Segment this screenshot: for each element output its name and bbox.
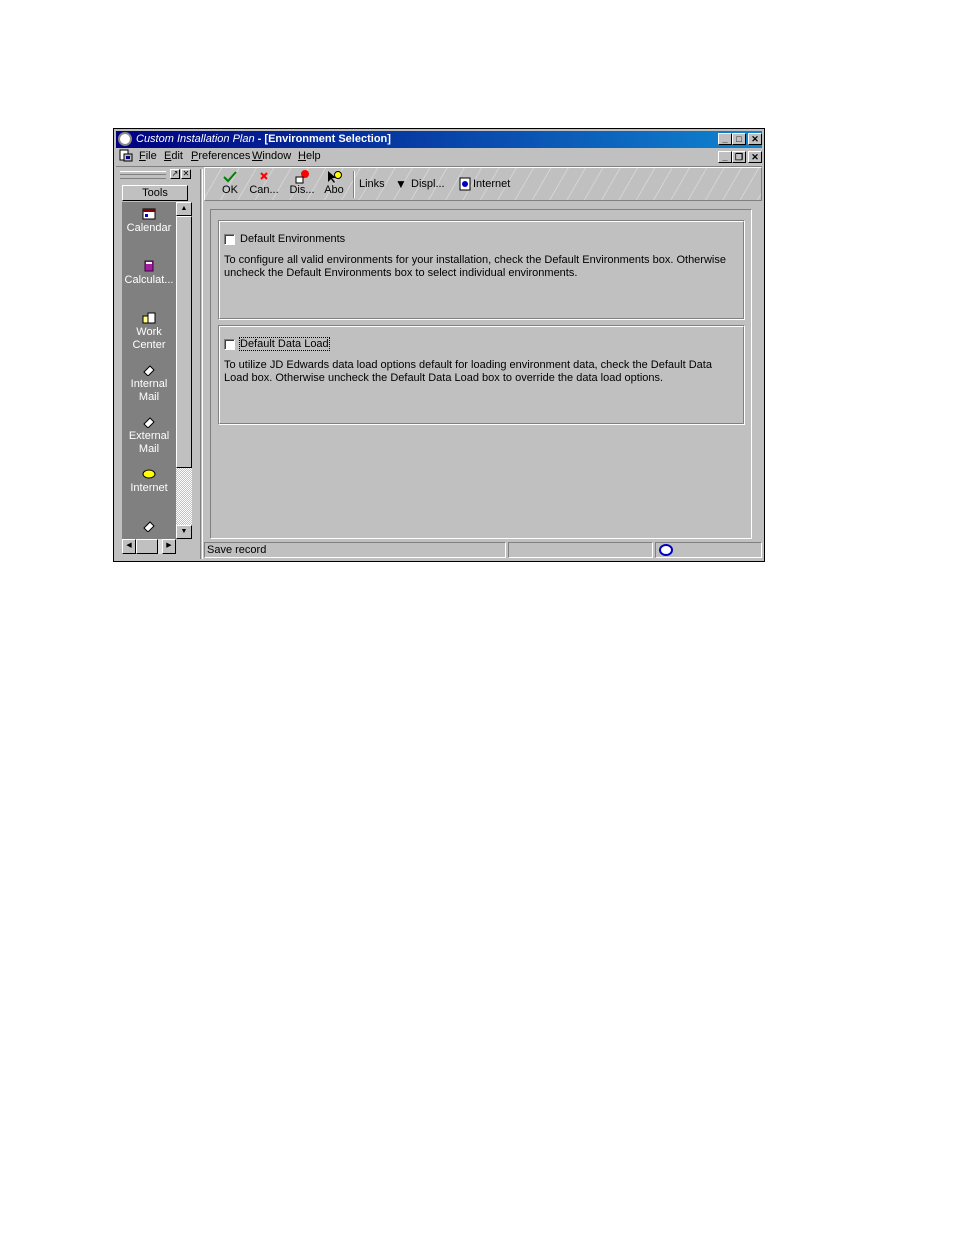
status-globe-panel xyxy=(655,542,762,558)
calendar-icon xyxy=(142,208,156,220)
description-line: To configure all valid environments for … xyxy=(224,254,726,266)
window-title: Custom Installation Plan - [Environment … xyxy=(136,133,391,145)
scroll-thumb[interactable] xyxy=(176,216,192,468)
display-menu-button[interactable]: Displ... xyxy=(411,178,445,190)
cancel-label: Can... xyxy=(249,184,279,196)
tools-pane: ↗ ✕ Tools Calendar Calculat... Work Cent… xyxy=(118,169,194,559)
default-data-load-description: To utilize JD Edwards data load options … xyxy=(224,359,736,385)
menu-help[interactable]: Help xyxy=(298,150,321,162)
cancel-button[interactable]: Can... xyxy=(249,170,279,197)
menu-file[interactable]: File xyxy=(139,150,157,162)
description-line: Load box. Otherwise uncheck the Default … xyxy=(224,372,664,384)
app-title: Custom Installation Plan xyxy=(136,133,255,145)
about-button[interactable]: Abo xyxy=(319,170,349,197)
tool-calculator[interactable]: Calculat... xyxy=(122,260,176,287)
about-label: Abo xyxy=(324,184,344,196)
status-message: Save record xyxy=(204,542,506,558)
dropdown-triangle-icon[interactable]: ▼ xyxy=(395,177,407,191)
pane-close-button[interactable]: ✕ xyxy=(181,169,191,179)
checkmark-icon xyxy=(223,171,237,183)
internet-page-icon[interactable] xyxy=(459,177,471,191)
menu-edit[interactable]: Edit xyxy=(164,150,183,162)
external-mail-icon xyxy=(143,417,155,428)
tool-internal-mail[interactable]: Internal Mail xyxy=(122,364,176,404)
menu-bar: File Edit Preferences Window Help _ ❐ ✕ xyxy=(116,148,762,165)
default-data-load-group: Default Data Load To utilize JD Edwards … xyxy=(218,325,745,425)
minimize-button[interactable]: _ xyxy=(718,133,732,145)
tool-more[interactable] xyxy=(122,520,176,534)
document-menu-icon[interactable] xyxy=(119,149,133,162)
scroll-right-button[interactable]: ▶ xyxy=(162,539,176,554)
title-bar[interactable]: Custom Installation Plan - [Environment … xyxy=(116,131,762,148)
pane-float-button[interactable]: ↗ xyxy=(170,169,180,179)
default-data-load-checkbox[interactable] xyxy=(224,338,235,350)
ok-button[interactable]: OK xyxy=(215,170,245,197)
pane-splitter[interactable] xyxy=(200,169,203,559)
tool-label: Internet xyxy=(130,482,168,494)
scroll-left-button[interactable]: ◀ xyxy=(122,539,136,554)
scroll-down-button[interactable]: ▼ xyxy=(176,525,192,539)
status-panel xyxy=(508,542,653,558)
description-line: uncheck the Default Environments box to … xyxy=(224,267,578,279)
work-center-icon xyxy=(142,312,156,324)
default-environments-label[interactable]: Default Environments xyxy=(240,233,345,245)
hscroll-thumb[interactable] xyxy=(136,539,158,554)
ok-label: OK xyxy=(222,184,238,196)
tool-external-mail[interactable]: External Mail xyxy=(122,416,176,456)
tool-icon xyxy=(143,521,155,532)
display-icon xyxy=(295,170,309,184)
toolbar: OK Can... Dis... Abo Links ▼ Displ... In… xyxy=(204,167,762,201)
default-environments-description: To configure all valid environments for … xyxy=(224,254,736,280)
tool-label: Internal Mail xyxy=(130,378,168,403)
status-bar: Save record xyxy=(204,541,762,559)
toolbar-separator xyxy=(353,171,355,198)
internal-mail-icon xyxy=(143,365,155,376)
scroll-track[interactable] xyxy=(176,468,192,525)
tool-work-center[interactable]: Work Center xyxy=(122,312,176,352)
default-environments-group: Default Environments To configure all va… xyxy=(218,220,745,320)
pane-grip-line xyxy=(120,174,166,175)
description-line: To utilize JD Edwards data load options … xyxy=(224,359,712,371)
close-button[interactable]: ✕ xyxy=(748,133,762,145)
calculator-icon xyxy=(144,260,154,272)
pane-grip[interactable] xyxy=(120,171,166,179)
cancel-x-icon xyxy=(260,172,268,180)
maximize-button[interactable]: □ xyxy=(732,133,746,145)
tool-internet[interactable]: Internet xyxy=(122,468,176,495)
main-window: Custom Installation Plan - [Environment … xyxy=(113,128,765,562)
display-button[interactable]: Dis... xyxy=(287,170,317,197)
internet-link[interactable]: Internet xyxy=(473,178,510,190)
window-title-rest: - [Environment Selection] xyxy=(254,133,391,145)
default-data-load-row[interactable]: Default Data Load xyxy=(224,337,330,351)
tools-header[interactable]: Tools xyxy=(122,185,188,201)
menu-preferences[interactable]: Preferences xyxy=(191,150,250,162)
internet-icon xyxy=(142,469,156,479)
globe-icon xyxy=(659,544,673,556)
tool-label: Calculat... xyxy=(124,274,174,286)
tool-calendar[interactable]: Calendar xyxy=(122,208,176,235)
child-close-button[interactable]: ✕ xyxy=(748,151,762,163)
tools-vertical-scrollbar[interactable]: ▲ ▼ xyxy=(176,202,192,539)
default-data-load-label[interactable]: Default Data Load xyxy=(239,337,330,351)
tool-label: External Mail xyxy=(128,430,170,455)
about-help-icon xyxy=(328,171,342,183)
tool-label: Calendar xyxy=(126,222,172,234)
tools-horizontal-scrollbar[interactable]: ◀ ▶ xyxy=(122,539,176,554)
display-label: Dis... xyxy=(289,184,315,196)
default-environments-row[interactable]: Default Environments xyxy=(224,233,345,245)
app-globe-icon xyxy=(118,132,132,146)
scroll-up-button[interactable]: ▲ xyxy=(176,202,192,216)
form-area: Default Environments To configure all va… xyxy=(210,209,752,539)
menu-window[interactable]: Window xyxy=(252,150,291,162)
tools-list: Calendar Calculat... Work Center Interna… xyxy=(122,202,176,539)
tool-label: Work Center xyxy=(132,326,166,351)
child-minimize-button[interactable]: _ xyxy=(718,151,732,163)
child-restore-button[interactable]: ❐ xyxy=(732,151,746,163)
default-environments-checkbox[interactable] xyxy=(224,233,235,245)
links-button[interactable]: Links xyxy=(359,178,385,190)
